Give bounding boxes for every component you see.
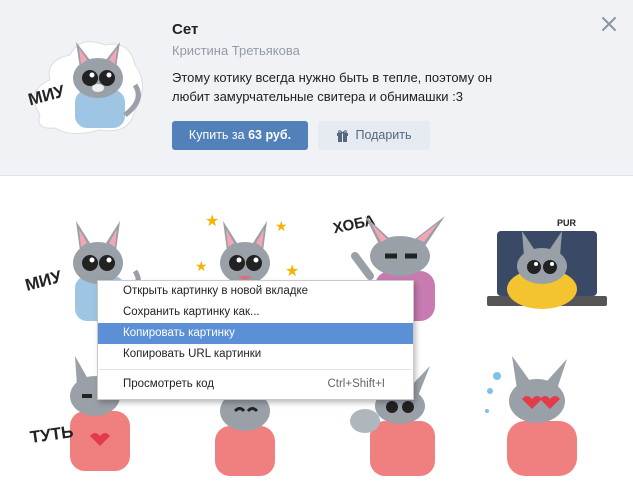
menu-separator: [99, 369, 412, 370]
set-title: Сет: [172, 21, 199, 38]
sticker-8[interactable]: [482, 351, 612, 481]
sticker-set-header: МИУ Сет Кристина Третьякова Этому котику…: [0, 0, 633, 176]
svg-text:★: ★: [195, 258, 208, 274]
sticker-caption: PUR: [557, 218, 577, 228]
menu-item-save-image-as[interactable]: Сохранить картинку как...: [98, 302, 413, 323]
menu-item-shortcut: Ctrl+Shift+I: [327, 378, 385, 390]
menu-item-label: Копировать картинку: [123, 327, 235, 339]
close-icon[interactable]: [601, 16, 617, 32]
svg-text:★: ★: [275, 218, 288, 234]
sticker-4[interactable]: PUR: [482, 201, 612, 331]
svg-text:★: ★: [205, 213, 219, 230]
buy-price: 63 руб.: [248, 128, 292, 142]
gift-button[interactable]: Подарить: [318, 121, 430, 150]
buy-button-label: Купить за: [188, 128, 249, 142]
menu-item-copy-image-url[interactable]: Копировать URL картинки: [98, 344, 413, 365]
menu-item-label: Просмотреть код: [123, 378, 215, 390]
menu-item-inspect[interactable]: Просмотреть код Ctrl+Shift+I: [98, 374, 413, 395]
sticker-caption: ТУТЬ: [29, 422, 75, 447]
gift-button-label: Подарить: [355, 128, 412, 142]
menu-item-label: Сохранить картинку как...: [123, 306, 260, 318]
buy-button[interactable]: Купить за 63 руб.: [172, 121, 308, 150]
menu-item-label: Открыть картинку в новой вкладке: [123, 285, 309, 297]
context-menu: Открыть картинку в новой вкладке Сохрани…: [97, 280, 414, 400]
menu-item-open-image-new-tab[interactable]: Открыть картинку в новой вкладке: [98, 281, 413, 302]
svg-text:★: ★: [285, 263, 299, 280]
set-author-link[interactable]: Кристина Третьякова: [172, 43, 300, 58]
sticker-caption: МИУ: [23, 267, 64, 295]
menu-item-label: Копировать URL картинки: [123, 348, 262, 360]
menu-item-copy-image[interactable]: Копировать картинку: [98, 323, 413, 344]
set-description: Этому котику всегда нужно быть в тепле, …: [172, 70, 493, 104]
set-preview-sticker: МИУ: [20, 30, 150, 140]
gift-icon: [336, 124, 349, 153]
